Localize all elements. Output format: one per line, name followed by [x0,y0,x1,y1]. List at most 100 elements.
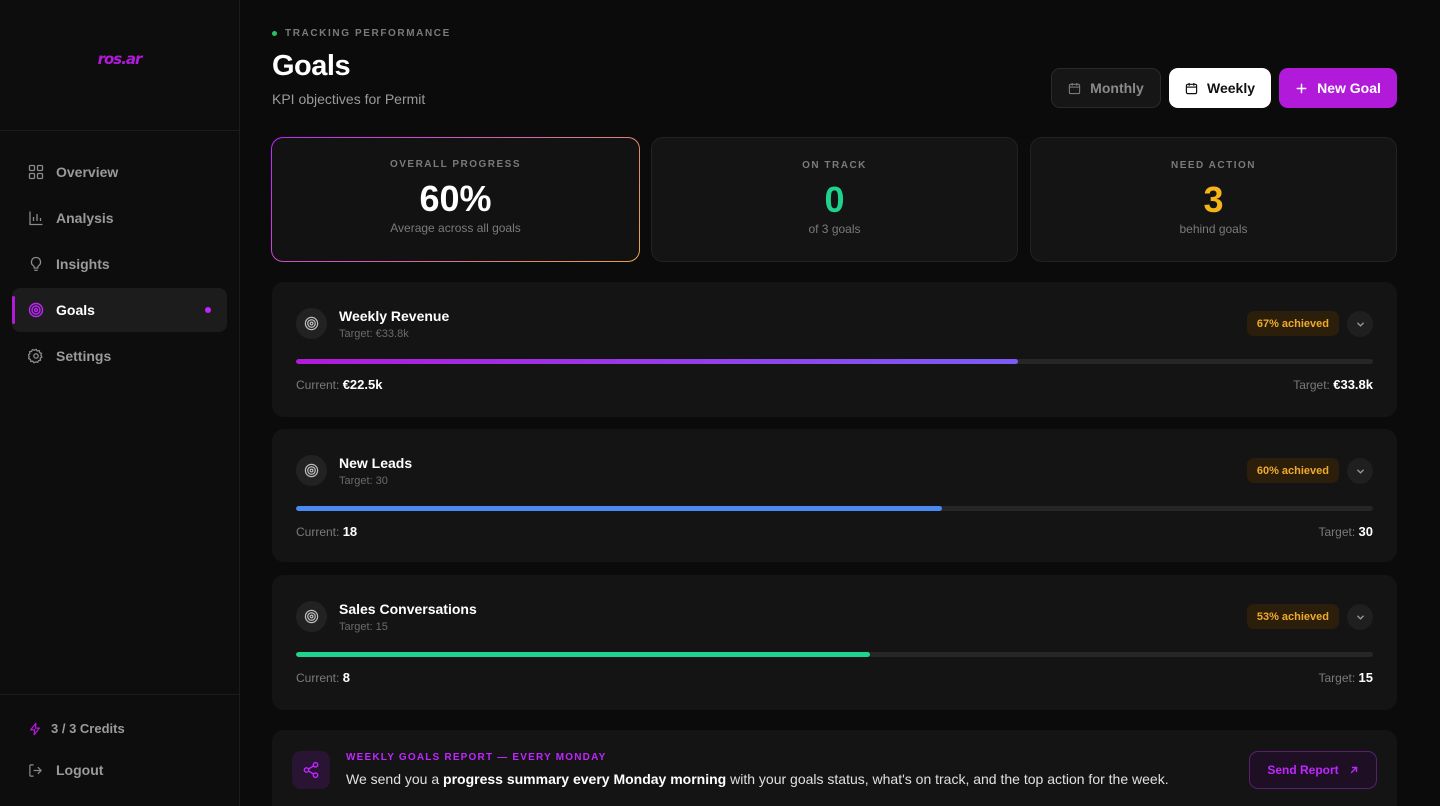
stat-value: 60% [419,178,492,219]
goal-target-subtitle: Target: 30 [339,475,388,487]
goal-icon [296,308,327,339]
credits-indicator: 3 / 3 Credits [28,721,125,736]
target-label: Target: [1318,671,1356,685]
target-icon [304,463,319,478]
goal-target-subtitle: Target: €33.8k [339,328,409,340]
eyebrow-text: TRACKING PERFORMANCE [285,28,451,39]
status-dot [272,31,277,36]
stat-description: behind goals [1179,222,1248,236]
current-amount: €22.5k [342,377,383,392]
sidebar-item-label: Overview [56,164,119,180]
new-goal-label: New Goal [1317,80,1381,96]
target-amount: €33.8k [1333,377,1373,392]
arrow-up-right-icon [1350,766,1357,774]
achievement-badge: 53% achieved [1246,604,1339,629]
calendar-icon [1185,82,1198,94]
main-content: TRACKING PERFORMANCE Goals KPI objective… [240,0,1440,806]
sidebar: ros.ar Overview Analysis Insights Goals … [0,0,240,806]
progress-track [296,506,1373,511]
goal-name: New Leads [339,455,413,471]
logout-button[interactable]: Logout [28,762,103,778]
stat-label: OVERALL PROGRESS [389,159,522,170]
target-label: Target: [1318,525,1356,539]
weekly-button[interactable]: Weekly [1169,68,1271,108]
credits-text: 3 / 3 Credits [51,721,125,736]
stat-value: 0 [824,179,845,220]
plus-icon [1296,83,1307,93]
report-text-bold: progress summary every Monday morning [443,771,727,787]
send-report-button[interactable]: Send Report [1249,751,1377,789]
target-icon [304,609,319,624]
progress-fill [296,359,1018,364]
monthly-label: Monthly [1090,80,1144,96]
target-value: Target: 15 [1319,670,1374,685]
active-indicator-dot [205,307,211,313]
expand-button[interactable] [1347,458,1373,484]
current-amount: 18 [342,524,358,539]
sidebar-item-settings[interactable]: Settings [12,334,227,378]
calendar-icon [1069,82,1081,94]
send-report-label: Send Report [1267,763,1339,777]
sidebar-item-overview[interactable]: Overview [12,150,227,194]
report-text-post: with your goals status, what's on track,… [726,771,1169,787]
lightning-icon [30,722,40,735]
grid-icon [28,164,44,180]
goal-target-subtitle: Target: 15 [339,621,388,633]
logout-icon [29,763,42,777]
bar-chart-icon [29,211,43,226]
logo[interactable]: ros.ar [98,50,143,68]
current-amount: 8 [342,670,350,685]
progress-track [296,652,1373,657]
stat-value: 3 [1203,179,1224,220]
expand-button[interactable] [1347,604,1373,630]
page-eyebrow: TRACKING PERFORMANCE [272,28,451,39]
expand-button[interactable] [1347,311,1373,337]
sidebar-item-analysis[interactable]: Analysis [12,196,227,240]
stat-label: NEED ACTION [1170,160,1257,171]
progress-track [296,359,1373,364]
sidebar-item-insights[interactable]: Insights [12,242,227,286]
share-icon [292,751,330,789]
progress-fill [296,506,943,511]
current-value: Current: 18 [296,524,357,539]
page-title: Goals [272,50,351,82]
sidebar-footer: 3 / 3 Credits Logout [0,694,239,806]
progress-fill [296,652,871,657]
goal-card-new-leads[interactable]: New Leads Target: 30 60% achieved Curren… [272,429,1397,562]
target-label: Target: [1293,378,1330,392]
weekly-label: Weekly [1207,80,1255,96]
lightbulb-icon [30,256,42,271]
on-track-card: ON TRACK 0 of 3 goals [651,137,1018,262]
chevron-down-icon [1356,321,1364,327]
stat-description: of 3 goals [808,222,861,236]
stat-label: ON TRACK [802,160,867,171]
target-icon [304,316,319,331]
weekly-report-banner: WEEKLY GOALS REPORT — EVERY MONDAY We se… [272,730,1397,806]
goal-card-weekly-revenue[interactable]: Weekly Revenue Target: €33.8k 67% achiev… [272,282,1397,417]
gear-icon [28,348,43,364]
achievement-badge: 67% achieved [1246,311,1339,336]
report-text-pre: We send you a [346,771,444,787]
goal-name: Sales Conversations [339,601,477,617]
need-action-card: NEED ACTION 3 behind goals [1030,137,1397,262]
sidebar-item-label: Insights [56,256,110,272]
target-value: Target: 30 [1319,524,1374,539]
new-goal-button[interactable]: New Goal [1279,68,1397,108]
current-label: Current: [296,378,340,392]
goal-icon [296,455,327,486]
sidebar-item-goals[interactable]: Goals [12,288,227,332]
report-description: We send you a progress summary every Mon… [346,771,1169,787]
sidebar-item-label: Goals [56,302,95,318]
sidebar-nav: Overview Analysis Insights Goals Setting… [12,150,227,380]
target-amount: 15 [1358,670,1373,685]
current-label: Current: [296,525,340,539]
current-value: Current: €22.5k [296,377,382,392]
chevron-down-icon [1356,614,1364,620]
target-icon [28,302,44,318]
stat-description: Average across all goals [390,221,521,235]
target-amount: 30 [1358,524,1373,539]
monthly-button[interactable]: Monthly [1051,68,1161,108]
goal-card-sales-conversations[interactable]: Sales Conversations Target: 15 53% achie… [272,575,1397,710]
overall-progress-card: OVERALL PROGRESS 60% Average across all … [271,137,640,262]
sidebar-item-label: Settings [56,348,112,364]
